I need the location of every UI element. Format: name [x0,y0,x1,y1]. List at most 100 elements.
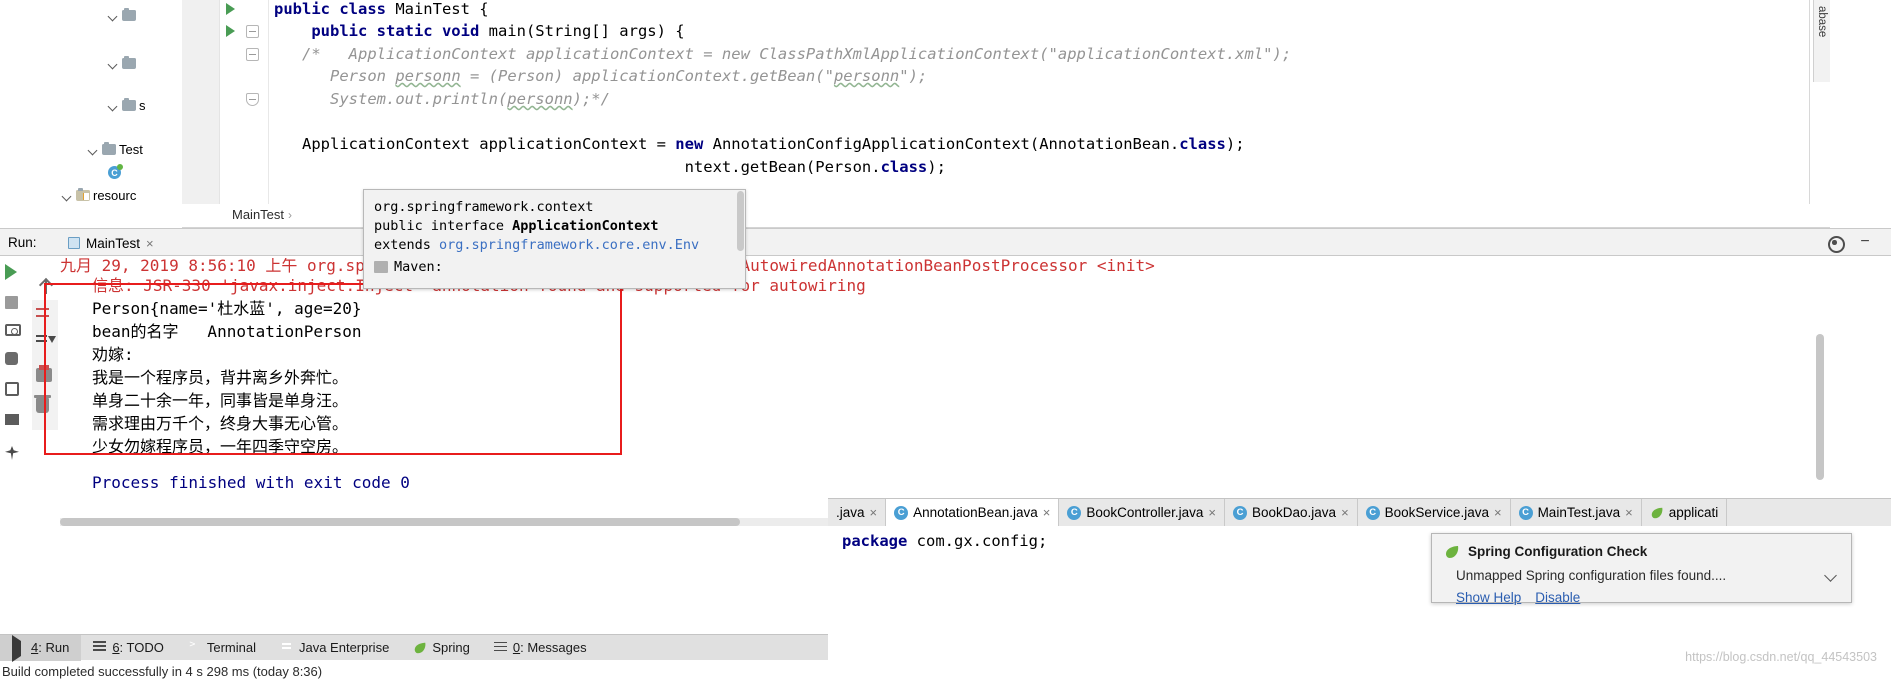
tool-window-label: Spring [432,640,470,655]
javadoc-extends-keyword: extends [374,237,440,253]
chevron-down-icon[interactable] [1824,569,1837,582]
class-icon: C [1233,505,1247,520]
chevron-down-icon[interactable] [108,58,119,69]
layout-icon[interactable] [5,414,25,434]
javadoc-scrollbar[interactable] [737,191,744,251]
notification-title: Spring Configuration Check [1468,544,1648,559]
code-editor[interactable]: 9 10 11 12 13 14 15 16 17 public class M… [182,0,1830,204]
gear-icon[interactable] [1827,235,1845,253]
settings-icon[interactable] [5,352,25,372]
console-toolbar[interactable] [32,300,58,430]
tool-window-button-todo[interactable]: 6: TODO [81,635,176,661]
tree-item-class[interactable]: C [108,164,124,179]
database-tool-tab[interactable]: abase [1813,0,1830,82]
sidebar-strip [0,204,182,228]
run-configuration-tab[interactable]: MainTest × [60,232,162,254]
code-line[interactable]: System.out.println(personn);*/ [274,90,1724,108]
fold-toggle-icon[interactable] [246,48,259,61]
run-tool-window-header: Run: MainTest × − [0,228,1891,256]
show-help-link[interactable]: Show Help [1456,590,1521,605]
file-tab-bookservice[interactable]: C BookService.java × [1357,499,1511,526]
tool-window-label: : TODO [119,640,164,655]
tool-window-bar[interactable]: 4: Run 6: TODO Terminal Java Enterprise … [0,634,828,662]
code-line[interactable]: ApplicationContext applicationContext = … [274,135,1724,153]
run-toolbar[interactable] [0,256,47,526]
camera-icon[interactable] [5,324,25,344]
run-gutter-icon[interactable] [226,3,235,15]
javadoc-extends-link[interactable]: org.springframework.core.env.Env [439,237,699,253]
spring-leaf-icon [1650,506,1664,520]
code-line[interactable]: public static void main(String[] args) { [274,22,1724,40]
fold-toggle-icon[interactable] [246,25,259,38]
scroll-to-end-icon[interactable] [36,334,56,352]
tool-window-button-terminal[interactable]: Terminal [176,635,268,661]
disable-link[interactable]: Disable [1535,590,1580,605]
javadoc-popup[interactable]: org.springframework.context public inter… [363,189,746,289]
run-config-icon [68,237,80,249]
chevron-down-icon[interactable] [62,190,73,201]
close-icon[interactable]: × [1494,505,1502,520]
tree-item-resources[interactable]: resourc [62,187,136,203]
console-scrollbar[interactable] [1816,334,1824,480]
tool-window-button-java-enterprise[interactable]: Java Enterprise [268,635,401,661]
stop-button[interactable] [5,296,25,316]
run-tab-label: MainTest [86,235,141,251]
tool-window-button-messages[interactable]: 0: Messages [482,635,599,661]
code-line[interactable]: /* ApplicationContext applicationContext… [274,45,1724,63]
code-line[interactable]: ntext.getBean(Person.class); [274,158,1724,176]
preview-keyword: package [842,532,908,550]
file-tab-maintest[interactable]: C MainTest.java × [1510,499,1642,526]
file-tab-applicationcontext[interactable]: applicati [1641,499,1728,526]
class-icon: C [1067,505,1082,520]
code-line[interactable]: Person personn = (Person) applicationCon… [274,67,1724,85]
file-tab-bookdao[interactable]: C BookDao.java × [1225,499,1358,526]
class-icon: C [894,505,909,520]
print-icon[interactable] [36,365,54,386]
editor-gutter[interactable] [182,0,220,204]
file-tab-bookcontroller[interactable]: C BookController.java × [1059,499,1225,526]
console-line: Person{name='杜水蓝', age=20} [92,299,362,318]
code-line[interactable]: public class MainTest { [274,0,1724,18]
console-line: 劝嫁: [92,345,134,364]
close-icon[interactable]: × [1208,505,1216,520]
build-status-text: Build completed successfully in 4 s 298 … [2,663,323,679]
chevron-down-icon[interactable] [108,10,119,21]
file-tab-annotationbean[interactable]: C AnnotationBean.java × [886,499,1060,526]
file-tab-bar[interactable]: .java × C AnnotationBean.java × C BookCo… [828,498,1891,526]
pin-icon[interactable] [5,446,25,466]
soft-wrap-icon[interactable] [36,306,54,324]
close-icon[interactable]: × [870,505,878,520]
tool-window-button-spring[interactable]: Spring [401,635,482,661]
close-icon[interactable]: × [1341,505,1349,520]
notification-popup[interactable]: Spring Configuration Check Unmapped Spri… [1431,533,1852,605]
close-icon[interactable]: × [146,236,154,251]
tree-item[interactable]: s [108,97,146,113]
close-icon[interactable]: × [1043,505,1051,520]
javadoc-maven-row[interactable]: Maven: [364,259,745,275]
clear-all-icon[interactable] [34,395,54,416]
breadcrumb-item-maintest[interactable]: MainTest › [232,207,292,222]
tree-item[interactable] [108,55,139,69]
tree-item-test[interactable]: Test [88,141,143,157]
tree-item-label: Test [119,142,143,157]
run-tool-window-title: Run: [8,235,37,250]
tool-window-label: Terminal [206,640,256,655]
export-icon[interactable] [5,382,25,402]
notification-actions[interactable]: Show Help Disable [1456,590,1580,605]
close-icon[interactable]: × [1625,505,1633,520]
run-gutter-icon[interactable] [226,25,235,37]
chevron-down-icon[interactable] [88,144,99,155]
fold-toggle-icon[interactable] [246,93,259,106]
chevron-down-icon[interactable] [108,100,119,111]
file-tab[interactable]: .java × [828,499,887,526]
folder-icon [122,7,136,21]
tree-item[interactable] [108,7,139,21]
rerun-button[interactable] [5,264,25,284]
tool-window-button-run[interactable]: 4: Run [0,634,82,662]
minimize-icon[interactable]: − [1857,234,1873,251]
build-status-bar: Build completed successfully in 4 s 298 … [0,660,1891,682]
editor-right-rail[interactable]: abase [1809,0,1830,204]
console-output[interactable]: 九月 29, 2019 8:56:10 上午 org.springframewo… [60,258,1830,526]
scroll-up-icon[interactable] [38,278,58,298]
tool-window-shortcut: 6 [112,640,120,655]
